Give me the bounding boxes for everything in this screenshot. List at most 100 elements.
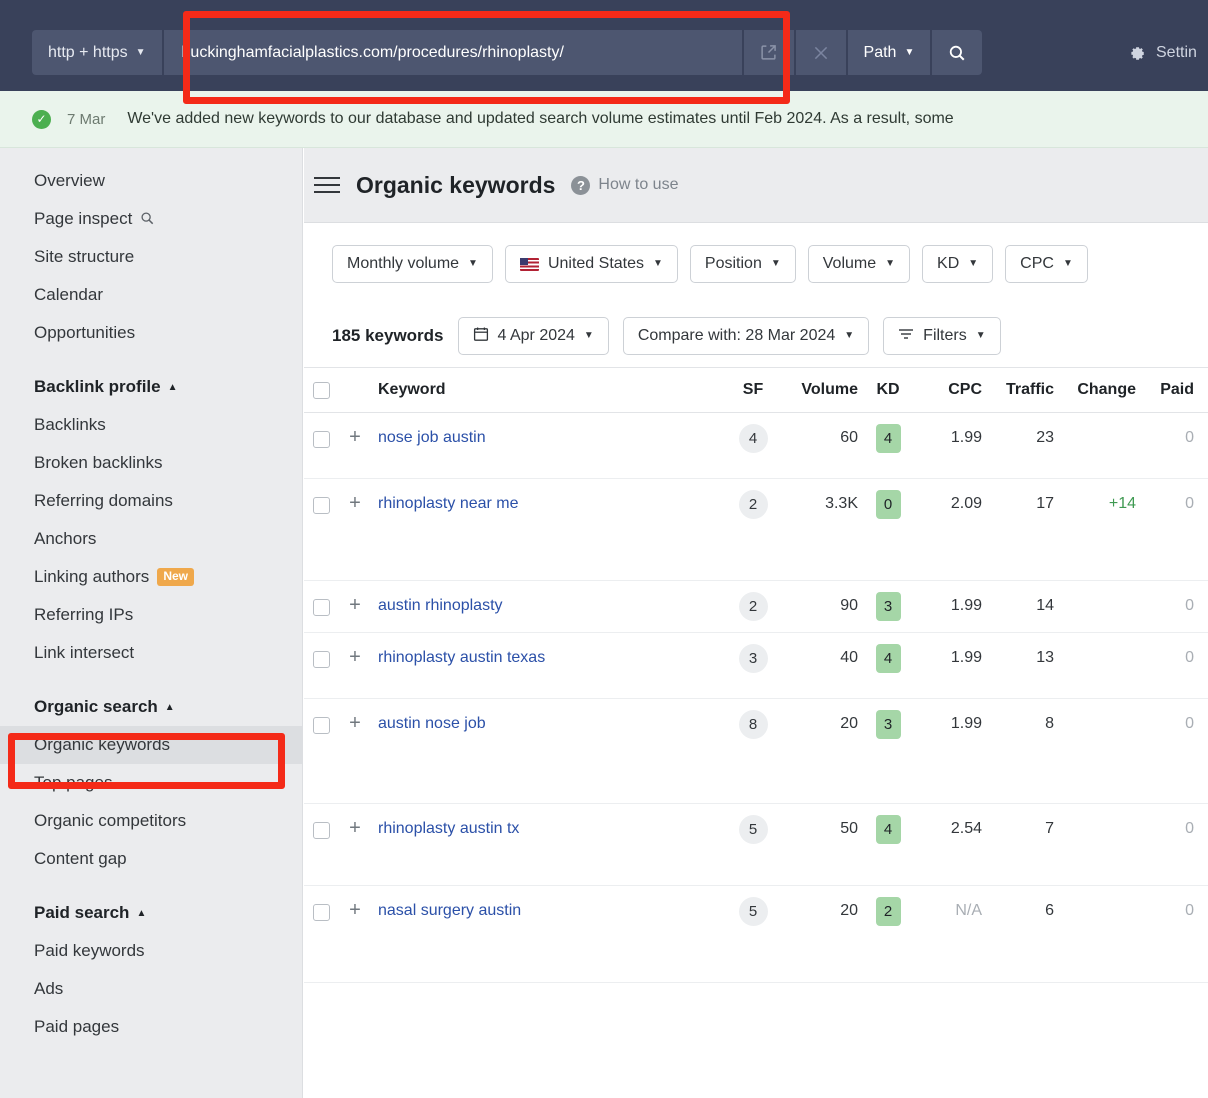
sidebar-item-anchors[interactable]: Anchors <box>0 520 302 558</box>
sf-badge: 4 <box>738 424 768 453</box>
filter-monthly-volume[interactable]: Monthly volume ▼ <box>332 245 493 283</box>
keyword-link[interactable]: nasal surgery austin <box>378 902 521 919</box>
row-checkbox[interactable] <box>312 431 330 448</box>
column-header-keyword[interactable]: Keyword <box>372 381 722 399</box>
sidebar-item-referring-ips[interactable]: Referring IPs <box>0 596 302 634</box>
keyword-link[interactable]: austin nose job <box>378 715 486 732</box>
table-row[interactable]: + rhinoplasty austin tx 5 50 4 2.54 7 0 <box>304 804 1208 886</box>
table-row[interactable]: + nose job austin 4 60 4 1.99 23 0 <box>304 413 1208 479</box>
volume-cell: 60 <box>840 429 858 446</box>
sidebar-item-calendar[interactable]: Calendar <box>0 276 302 314</box>
sidebar-item-opportunities[interactable]: Opportunities <box>0 314 302 352</box>
keyword-cell: rhinoplasty austin texas <box>372 649 722 667</box>
sidebar-item-ads[interactable]: Ads <box>0 970 302 1008</box>
sf-badge: 8 <box>738 710 768 739</box>
cpc-cell: 1.99 <box>950 597 982 614</box>
volume-cell: 3.3K <box>825 495 858 512</box>
column-header-kd[interactable]: KD <box>858 381 918 399</box>
traffic-cell: 7 <box>1045 820 1054 837</box>
cpc-cell: 1.99 <box>950 715 982 732</box>
filters-button[interactable]: Filters ▼ <box>883 317 1001 355</box>
sidebar-item-overview[interactable]: Overview <box>0 162 302 200</box>
sidebar-group-organic-search[interactable]: Organic search ▲ <box>0 688 302 726</box>
url-input[interactable]: buckinghamfacialplastics.com/procedures/… <box>161 30 742 75</box>
keyword-link[interactable]: rhinoplasty austin texas <box>378 649 545 666</box>
column-header-sf[interactable]: SF <box>722 381 784 399</box>
table-row[interactable]: + rhinoplasty near me 2 3.3K 0 2.09 17 +… <box>304 479 1208 581</box>
sidebar-item-label: Broken backlinks <box>34 453 163 472</box>
sidebar-group-backlink-profile[interactable]: Backlink profile ▲ <box>0 368 302 406</box>
cpc-cell: N/A <box>955 902 982 919</box>
row-checkbox[interactable] <box>312 651 330 668</box>
settings-label: Settin <box>1156 43 1197 61</box>
chevron-down-icon: ▼ <box>653 258 663 269</box>
add-keyword-icon[interactable]: + <box>338 493 372 513</box>
scope-mode-selector[interactable]: Path ▼ <box>845 30 931 75</box>
sidebar-item-organic-competitors[interactable]: Organic competitors <box>0 802 302 840</box>
add-keyword-icon[interactable]: + <box>338 647 372 667</box>
column-header-traffic[interactable]: Traffic <box>982 381 1054 399</box>
sidebar-item-paid-keywords[interactable]: Paid keywords <box>0 932 302 970</box>
paid-cell: 0 <box>1185 495 1194 512</box>
sidebar-item-page-inspect[interactable]: Page inspect <box>0 200 302 238</box>
check-circle-icon: ✓ <box>32 109 51 129</box>
column-header-volume[interactable]: Volume <box>784 381 858 399</box>
chevron-down-icon: ▼ <box>844 330 855 341</box>
how-to-use-link[interactable]: ? How to use <box>571 175 678 195</box>
sidebar-item-label: Backlinks <box>34 415 106 434</box>
sidebar-group-paid-search[interactable]: Paid search ▲ <box>0 894 302 932</box>
sf-badge: 2 <box>738 490 768 519</box>
open-external-button[interactable] <box>741 30 794 75</box>
column-header-change[interactable]: Change <box>1054 381 1136 399</box>
filter-kd[interactable]: KD ▼ <box>922 245 994 283</box>
search-submit-button[interactable] <box>930 30 983 75</box>
clear-url-button[interactable] <box>793 30 846 75</box>
column-header-cpc[interactable]: CPC <box>918 381 982 399</box>
sidebar-item-top-pages[interactable]: Top pages <box>0 764 302 802</box>
filter-cpc[interactable]: CPC ▼ <box>1005 245 1088 283</box>
date-picker-button[interactable]: 4 Apr 2024 ▼ <box>457 317 609 355</box>
sidebar-item-content-gap[interactable]: Content gap <box>0 840 302 878</box>
table-row[interactable]: + nasal surgery austin 5 20 2 N/A 6 0 <box>304 886 1208 983</box>
settings-button[interactable]: Settin <box>1128 30 1197 75</box>
sidebar-item-label: Organic keywords <box>34 735 171 754</box>
filter-volume[interactable]: Volume ▼ <box>807 245 911 283</box>
row-select-cell <box>304 495 338 514</box>
sidebar-item-link-intersect[interactable]: Link intersect <box>0 634 302 672</box>
sidebar-item-label: Anchors <box>34 529 97 548</box>
hamburger-icon[interactable] <box>314 177 340 193</box>
sf-cell: 5 <box>722 815 784 844</box>
sidebar-item-linking-authors[interactable]: Linking authors New <box>0 558 302 596</box>
table-row[interactable]: + rhinoplasty austin texas 3 40 4 1.99 1… <box>304 633 1208 699</box>
table-row[interactable]: + austin rhinoplasty 2 90 3 1.99 14 0 <box>304 581 1208 633</box>
row-checkbox[interactable] <box>312 822 330 839</box>
cpc-cell: 1.99 <box>950 649 982 666</box>
column-header-paid[interactable]: Paid <box>1136 381 1194 399</box>
filter-country[interactable]: United States ▼ <box>504 245 678 283</box>
sidebar-item-organic-keywords[interactable]: Organic keywords <box>0 726 302 764</box>
keyword-link[interactable]: nose job austin <box>378 429 486 446</box>
row-checkbox[interactable] <box>312 717 330 734</box>
keyword-link[interactable]: rhinoplasty austin tx <box>378 820 519 837</box>
search-icon <box>140 211 154 228</box>
row-checkbox[interactable] <box>312 904 330 921</box>
row-checkbox[interactable] <box>312 497 330 514</box>
sidebar-item-paid-pages[interactable]: Paid pages <box>0 1008 302 1046</box>
protocol-selector[interactable]: http + https ▼ <box>32 30 162 75</box>
row-checkbox[interactable] <box>312 599 330 616</box>
sidebar-item-referring-domains[interactable]: Referring domains <box>0 482 302 520</box>
keyword-link[interactable]: rhinoplasty near me <box>378 495 519 512</box>
select-all-checkbox[interactable] <box>312 381 330 399</box>
filter-position[interactable]: Position ▼ <box>689 245 796 283</box>
add-keyword-icon[interactable]: + <box>338 713 372 733</box>
compare-date-button[interactable]: Compare with: 28 Mar 2024 ▼ <box>622 317 870 355</box>
add-keyword-icon[interactable]: + <box>338 900 372 920</box>
add-keyword-icon[interactable]: + <box>338 818 372 838</box>
sidebar-item-broken-backlinks[interactable]: Broken backlinks <box>0 444 302 482</box>
sidebar-item-site-structure[interactable]: Site structure <box>0 238 302 276</box>
keyword-link[interactable]: austin rhinoplasty <box>378 597 503 614</box>
sidebar-item-backlinks[interactable]: Backlinks <box>0 406 302 444</box>
table-row[interactable]: + austin nose job 8 20 3 1.99 8 0 <box>304 699 1208 804</box>
add-keyword-icon[interactable]: + <box>338 427 372 447</box>
add-keyword-icon[interactable]: + <box>338 595 372 615</box>
